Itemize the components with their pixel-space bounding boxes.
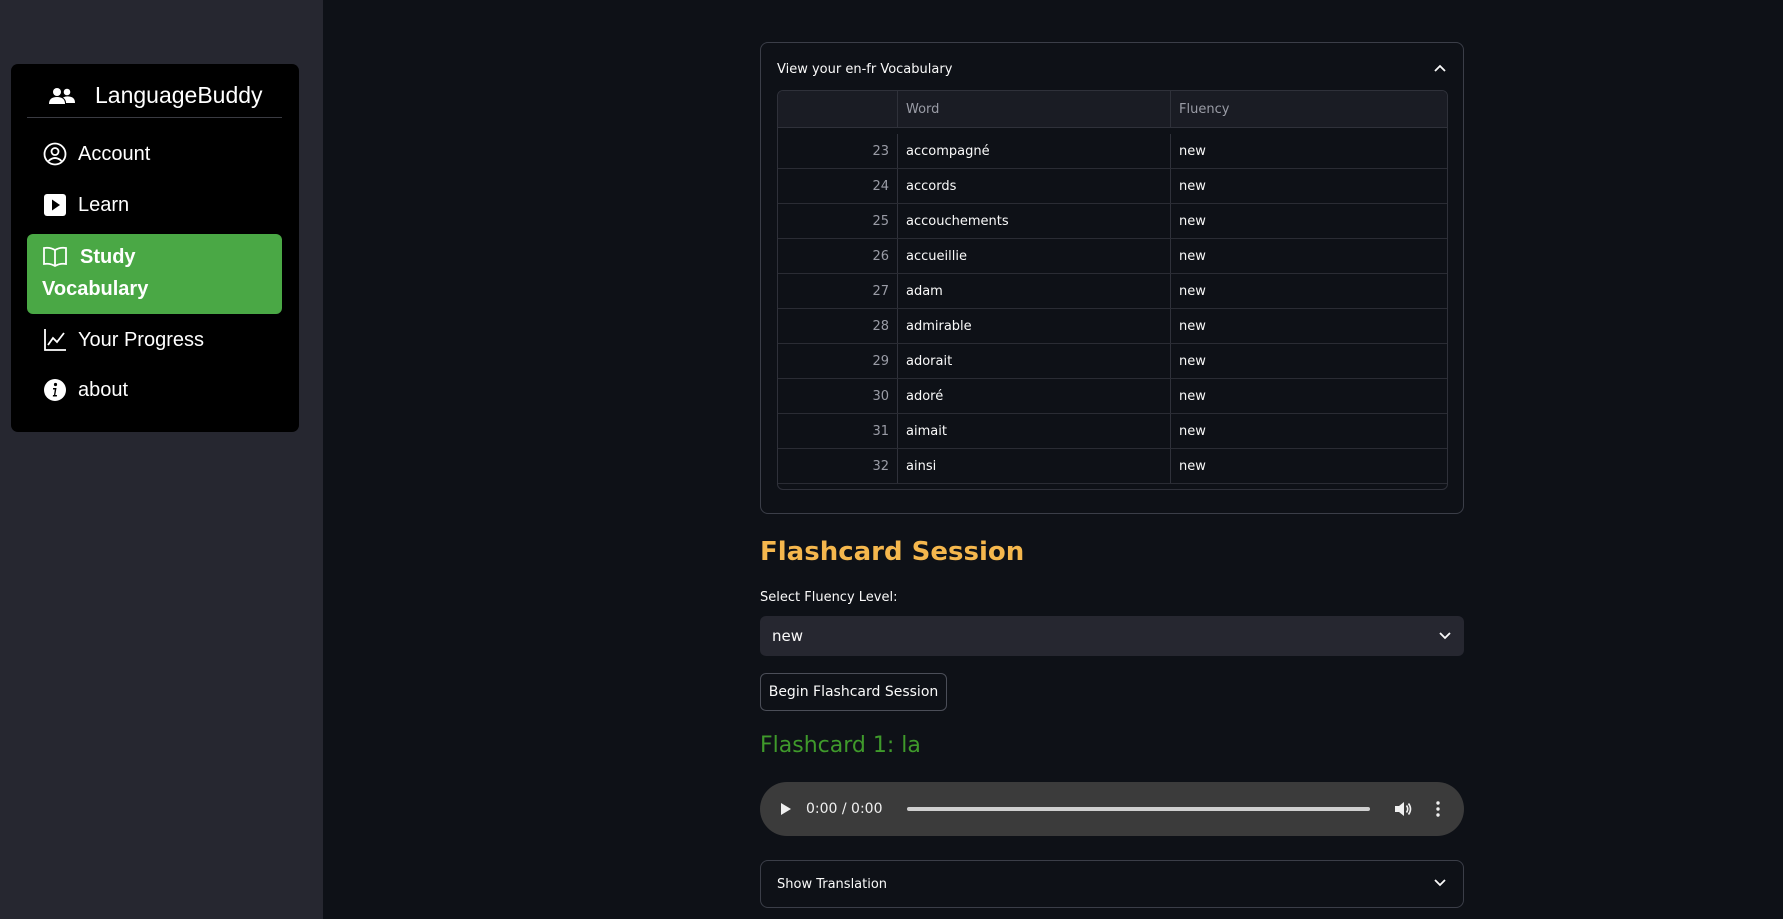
sidebar-item-label-line1: Study xyxy=(80,246,136,268)
row-fluency: new xyxy=(1179,423,1206,439)
row-fluency: new xyxy=(1179,213,1206,229)
audio-time: 0:00 / 0:00 xyxy=(806,801,883,817)
row-index: 26 xyxy=(778,239,898,273)
vocabulary-expander: View your en-fr Vocabulary Word Fluency … xyxy=(760,42,1464,514)
table-row[interactable]: 26 accueillie new xyxy=(778,239,1447,274)
row-fluency: new xyxy=(1179,178,1206,194)
sidebar-item-label: Your Progress xyxy=(78,328,204,351)
audio-player: 0:00 / 0:00 xyxy=(760,782,1464,836)
select-value: new xyxy=(772,627,804,645)
fluency-select[interactable]: new xyxy=(760,616,1464,656)
show-translation-label: Show Translation xyxy=(777,876,888,892)
play-square-icon xyxy=(42,192,68,218)
nav-menu: LanguageBuddy Account Learn Study Vocabu… xyxy=(11,64,299,432)
sidebar-item-your-progress[interactable]: Your Progress xyxy=(27,320,282,360)
row-word: admirable xyxy=(898,309,1171,343)
sidebar-item-learn[interactable]: Learn xyxy=(27,185,282,225)
table-row[interactable]: 23 accompagné new xyxy=(778,134,1447,169)
row-word: accueillie xyxy=(898,239,1171,273)
row-index: 32 xyxy=(778,449,898,483)
select-label: Select Fluency Level: xyxy=(760,590,898,605)
row-index: 29 xyxy=(778,344,898,378)
user-circle-icon xyxy=(42,141,68,167)
table-row[interactable]: 28 admirable new xyxy=(778,309,1447,344)
table-row[interactable]: 30 adoré new xyxy=(778,379,1447,414)
section-title: Flashcard Session xyxy=(760,537,1025,567)
row-word: accouchements xyxy=(898,204,1171,238)
sidebar-item-account[interactable]: Account xyxy=(27,134,282,174)
row-index: 28 xyxy=(778,309,898,343)
row-word: adoré xyxy=(898,379,1171,413)
row-fluency: new xyxy=(1179,388,1206,404)
row-word: adorait xyxy=(898,344,1171,378)
table-row[interactable]: 29 adorait new xyxy=(778,344,1447,379)
sidebar-item-label: Account xyxy=(78,142,151,165)
nav-header: LanguageBuddy xyxy=(27,74,282,118)
row-fluency: new xyxy=(1179,458,1206,474)
table-row[interactable]: 24 accords new xyxy=(778,169,1447,204)
row-fluency: new xyxy=(1179,318,1206,334)
info-circle-icon xyxy=(42,377,68,403)
row-fluency: new xyxy=(1179,283,1206,299)
column-header-fluency[interactable]: Fluency xyxy=(1171,91,1447,127)
table-row[interactable]: 32 ainsi new xyxy=(778,449,1447,484)
vocabulary-expander-title: View your en-fr Vocabulary xyxy=(777,61,953,77)
row-fluency: new xyxy=(1179,143,1206,159)
chart-line-icon xyxy=(42,327,68,353)
chevron-down-icon xyxy=(1433,877,1447,892)
flashcard-title: Flashcard 1: la xyxy=(760,733,921,758)
sidebar-item-label: about xyxy=(78,378,129,401)
play-icon[interactable] xyxy=(776,802,796,816)
row-word: accords xyxy=(898,169,1171,203)
main-content: View your en-fr Vocabulary Word Fluency … xyxy=(760,0,1464,919)
row-word: accompagné xyxy=(898,134,1171,168)
row-fluency: new xyxy=(1179,248,1206,264)
row-index: 31 xyxy=(778,414,898,448)
table-header: Word Fluency xyxy=(778,91,1447,128)
row-word: adam xyxy=(898,274,1171,308)
row-fluency: new xyxy=(1179,353,1206,369)
table-row[interactable]: 25 accouchements new xyxy=(778,204,1447,239)
sidebar-item-label-line2: Vocabulary xyxy=(42,278,149,300)
vocabulary-table[interactable]: Word Fluency 23 accompagné new 24 accords new… xyxy=(777,90,1448,490)
row-index: 23 xyxy=(778,134,898,168)
table-row[interactable]: 31 aimait new xyxy=(778,414,1447,449)
row-word: aimait xyxy=(898,414,1171,448)
table-row[interactable]: 27 adam new xyxy=(778,274,1447,309)
volume-icon[interactable] xyxy=(1394,801,1414,817)
row-index: 30 xyxy=(778,379,898,413)
show-translation-expander[interactable]: Show Translation xyxy=(760,860,1464,908)
book-icon xyxy=(42,244,68,270)
row-word: ainsi xyxy=(898,449,1171,483)
chevron-up-icon xyxy=(1433,62,1447,77)
sidebar-item-study-vocabulary[interactable]: Study Vocabulary xyxy=(27,234,282,314)
sidebar-item-label: Learn xyxy=(78,193,130,216)
users-icon xyxy=(49,83,75,109)
begin-flashcard-button[interactable]: Begin Flashcard Session xyxy=(760,673,947,711)
vocabulary-expander-header[interactable]: View your en-fr Vocabulary xyxy=(777,57,1447,81)
table-body: 23 accompagné new 24 accords new 25 accouchemen… xyxy=(778,134,1447,484)
sidebar: LanguageBuddy Account Learn Study Vocabu… xyxy=(0,0,323,919)
sidebar-item-line: Study xyxy=(42,241,148,273)
row-index: 24 xyxy=(778,169,898,203)
chevron-down-icon xyxy=(1438,627,1452,645)
row-index: 25 xyxy=(778,204,898,238)
column-header-index xyxy=(778,91,898,127)
sidebar-item-label-wrap: Study Vocabulary xyxy=(27,234,148,305)
column-header-word[interactable]: Word xyxy=(898,91,1171,127)
row-index: 27 xyxy=(778,274,898,308)
sidebar-item-about[interactable]: about xyxy=(27,370,282,410)
audio-progress-track[interactable] xyxy=(906,807,1370,811)
more-options-icon[interactable] xyxy=(1428,801,1448,817)
app-title: LanguageBuddy xyxy=(95,82,263,108)
